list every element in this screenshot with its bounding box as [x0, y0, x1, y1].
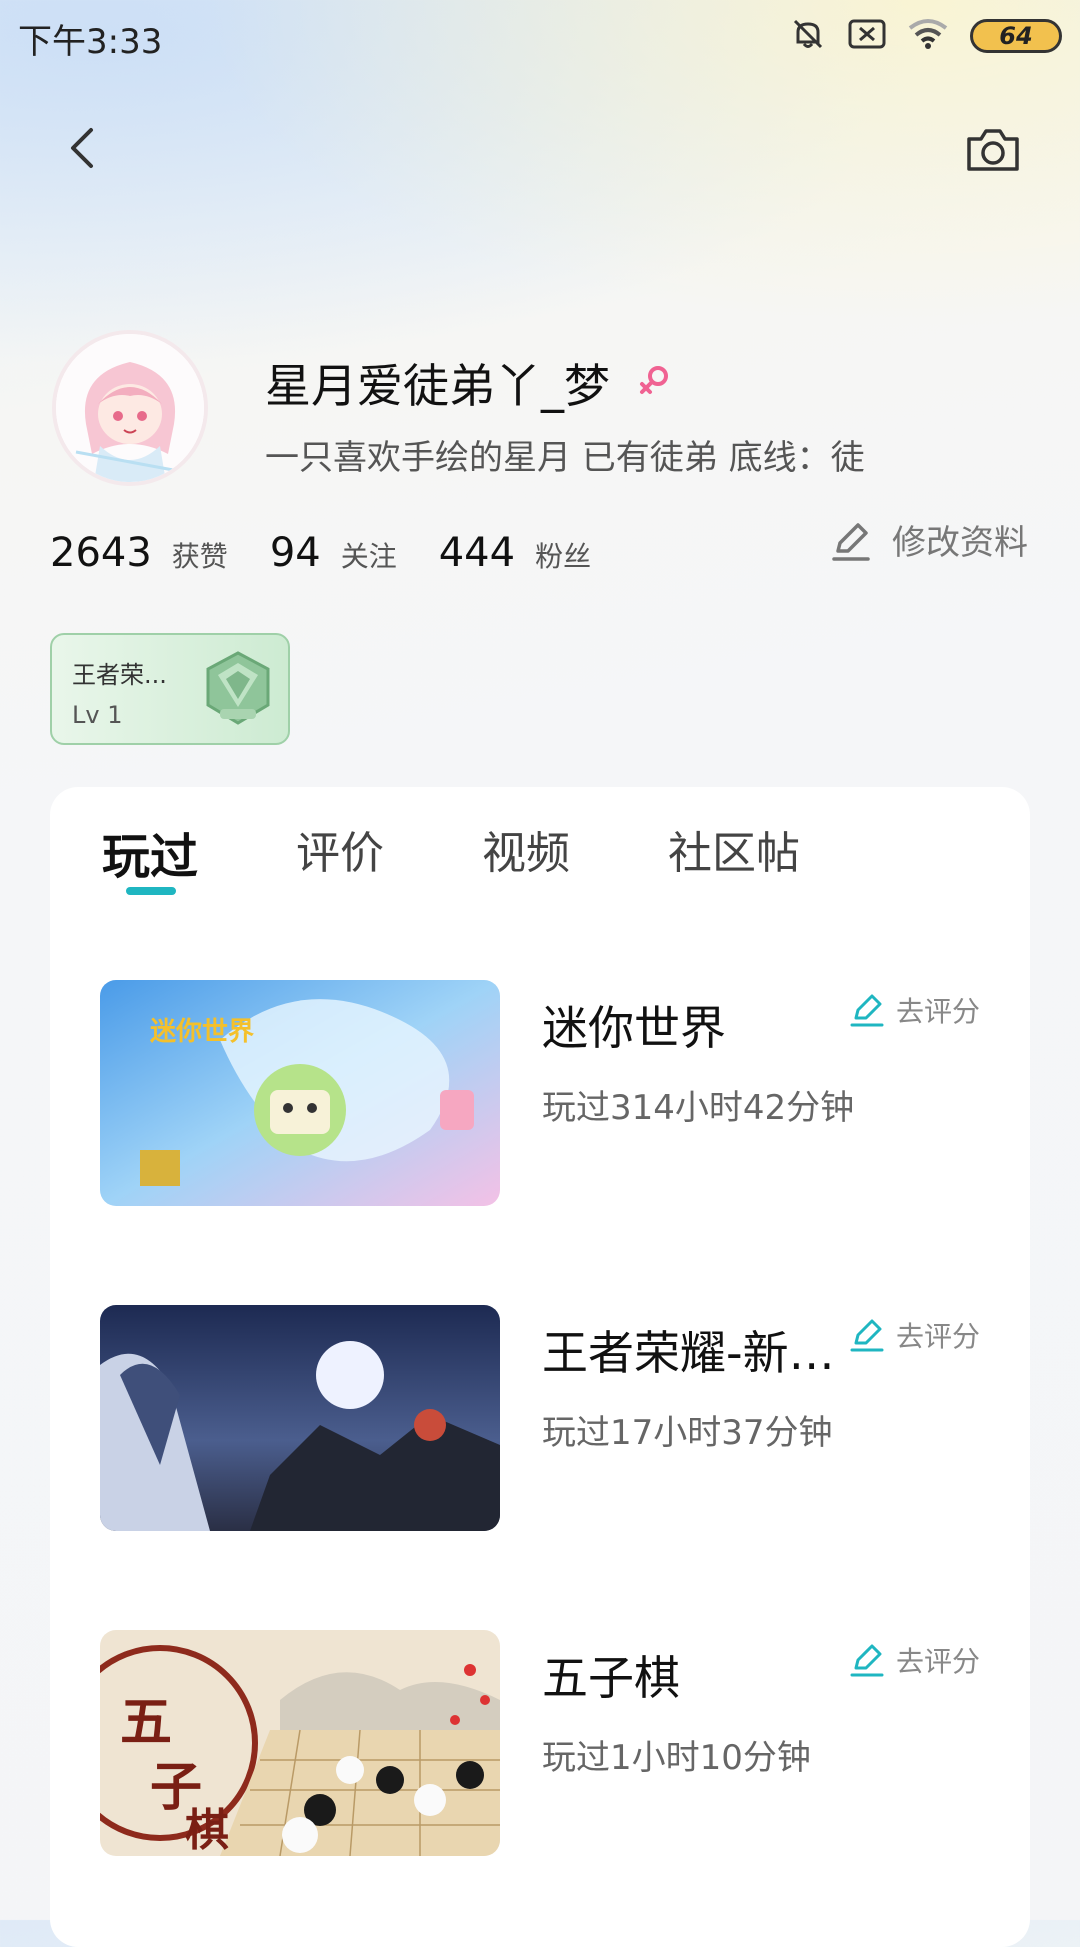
- likes-count: 2643: [50, 530, 152, 576]
- svg-text:棋: 棋: [185, 1805, 229, 1856]
- game-title: 五子棋: [542, 1651, 680, 1705]
- pencil-icon: [850, 1644, 884, 1677]
- content-card: 玩过 评价 视频 社区帖 迷你世界 迷你世界 玩过314小时42分钟 去评分 王…: [50, 787, 1030, 1947]
- game-list-item[interactable]: 五 子 棋 五子棋 玩过1小时10分钟 去评分: [100, 1630, 980, 1856]
- game-list-item[interactable]: 王者荣耀-新版本 玩过17小时37分钟 去评分: [100, 1305, 980, 1531]
- game-thumbnail: 五 子 棋: [100, 1630, 500, 1856]
- tab-videos[interactable]: 视频: [482, 817, 570, 887]
- tab-community-posts[interactable]: 社区帖: [668, 817, 800, 887]
- wifi-icon: [908, 18, 948, 54]
- game-title: 王者荣耀-新版本: [542, 1326, 842, 1380]
- followers-count[interactable]: 444: [439, 530, 515, 576]
- game-list-item[interactable]: 迷你世界 迷你世界 玩过314小时42分钟 去评分: [100, 980, 980, 1206]
- avatar[interactable]: [52, 330, 208, 486]
- rate-button[interactable]: 去评分: [850, 990, 980, 1030]
- svg-text:迷你世界: 迷你世界: [150, 1017, 254, 1047]
- game-thumbnail: 迷你世界: [100, 980, 500, 1206]
- camera-button[interactable]: [958, 118, 1028, 180]
- rate-label: 去评分: [895, 1645, 980, 1678]
- rate-label: 去评分: [895, 1320, 980, 1353]
- back-button[interactable]: [52, 118, 112, 178]
- rate-button[interactable]: 去评分: [850, 1315, 980, 1355]
- username: 星月爱徒弟丫_梦: [265, 359, 610, 413]
- status-time: 下午3:33: [18, 22, 163, 62]
- likes-label: 获赞: [171, 540, 228, 573]
- status-bar: 下午3:33 64: [0, 0, 1080, 72]
- battery-indicator: 64: [970, 19, 1062, 53]
- rate-button[interactable]: 去评分: [850, 1640, 980, 1680]
- mute-icon: [790, 16, 826, 56]
- game-title: 迷你世界: [542, 1001, 726, 1055]
- game-playtime: 玩过1小时10分钟: [542, 1738, 811, 1778]
- tab-played[interactable]: 玩过: [102, 817, 198, 887]
- game-thumbnail: [100, 1305, 500, 1531]
- avatar-illustration: [56, 334, 204, 482]
- tab-bar: 玩过 评价 视频 社区帖: [102, 817, 898, 887]
- rate-label: 去评分: [895, 995, 980, 1028]
- chevron-left-icon: [71, 128, 93, 168]
- pencil-icon: [850, 994, 884, 1027]
- rank-emblem-icon: [206, 651, 270, 725]
- svg-text:五: 五: [120, 1692, 172, 1753]
- following-count[interactable]: 94: [270, 530, 321, 576]
- profile-bio: 一只喜欢手绘的星月 已有徒弟 底线：徒: [265, 438, 865, 478]
- pencil-icon: [832, 522, 870, 561]
- game-playtime: 玩过17小时37分钟: [542, 1413, 833, 1453]
- female-icon: [636, 356, 672, 410]
- username-row: 星月爱徒弟丫_梦: [265, 350, 672, 416]
- badge-level: Lv 1: [72, 701, 123, 729]
- badge-game-name: 王者荣...: [72, 661, 167, 689]
- followers-label[interactable]: 粉丝: [535, 535, 591, 575]
- following-label[interactable]: 关注: [341, 535, 397, 575]
- sim-icon: [848, 19, 886, 53]
- tab-reviews[interactable]: 评价: [296, 817, 384, 887]
- active-tab-indicator: [126, 887, 176, 895]
- edit-profile-label: 修改资料: [892, 523, 1028, 563]
- profile-stats: 2643 获赞 94 关注 444 粉丝: [50, 530, 633, 576]
- pencil-icon: [850, 1319, 884, 1352]
- status-icons: 64: [790, 16, 1062, 56]
- game-playtime: 玩过314小时42分钟: [542, 1088, 855, 1128]
- game-level-badge[interactable]: 王者荣... Lv 1: [50, 633, 290, 745]
- edit-profile-button[interactable]: 修改资料: [830, 515, 1028, 564]
- camera-icon: [967, 129, 1019, 171]
